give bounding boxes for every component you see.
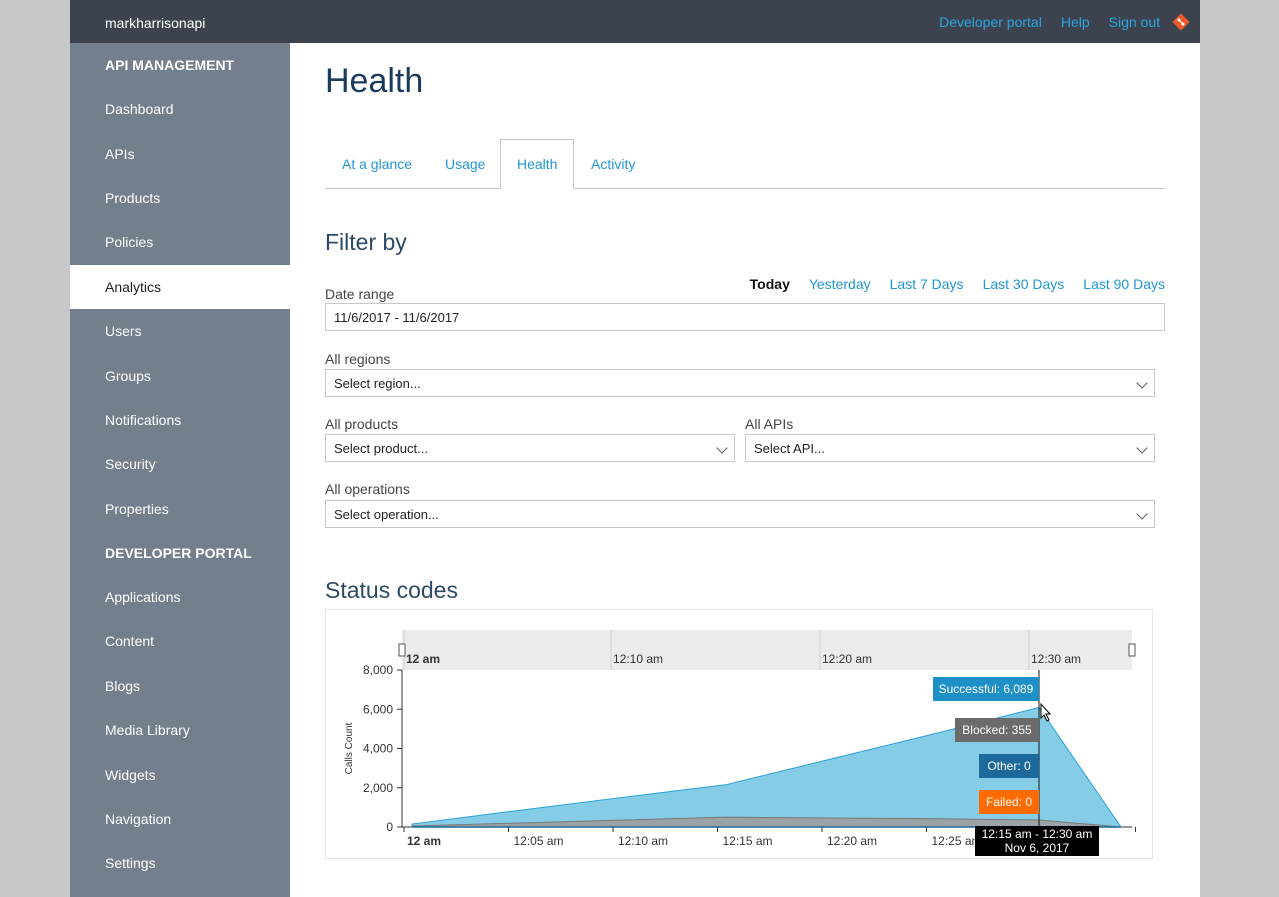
tooltip-label: Failed: 0 xyxy=(986,795,1032,809)
y-tick-label: 2,000 xyxy=(363,781,393,795)
navigator-tick-label: 12 am xyxy=(406,652,440,666)
top-links: Developer portal Help Sign out xyxy=(939,0,1200,43)
top-bar: markharrisonapi Developer portal Help Si… xyxy=(70,0,1200,43)
sidebar-item-dashboard[interactable]: Dashboard xyxy=(70,87,290,131)
sidebar-item-applications[interactable]: Applications xyxy=(70,575,290,619)
range-last-30-days[interactable]: Last 30 Days xyxy=(983,276,1065,292)
x-tick-label: 12:20 am xyxy=(827,834,877,848)
sidebar-section-developer-portal: DEVELOPER PORTAL xyxy=(105,544,252,561)
service-name: markharrisonapi xyxy=(105,15,206,31)
tab-activity[interactable]: Activity xyxy=(591,139,635,189)
range-last-7-days[interactable]: Last 7 Days xyxy=(890,276,964,292)
sidebar-item-settings[interactable]: Settings xyxy=(70,841,290,885)
x-tick-label: 12 am xyxy=(407,834,441,848)
x-tick-label: 12:15 am xyxy=(722,834,772,848)
sidebar-item-products[interactable]: Products xyxy=(70,176,290,220)
navigator-tick-label: 12:30 am xyxy=(1031,652,1081,666)
y-tick-label: 8,000 xyxy=(363,663,393,677)
sidebar-section-api-management: API MANAGEMENT xyxy=(105,57,235,73)
navigator-left-handle xyxy=(398,643,406,657)
navigator-right-handle xyxy=(1128,643,1136,657)
region-select[interactable]: Select region... xyxy=(325,369,1155,397)
chevron-down-icon xyxy=(1136,377,1148,389)
x-tick-label: 12:10 am xyxy=(618,834,668,848)
tab-health[interactable]: Health xyxy=(500,139,575,189)
sidebar-item-analytics[interactable]: Analytics xyxy=(70,264,290,309)
y-tick-label: 4,000 xyxy=(363,742,393,756)
analytics-tabs: At a glance Usage Health Activity xyxy=(325,139,1165,189)
sidebar-item-security[interactable]: Security xyxy=(70,442,290,486)
sidebar-item-widgets[interactable]: Widgets xyxy=(70,752,290,796)
sidebar: API MANAGEMENT Dashboard APIs Products P… xyxy=(70,43,290,897)
page-title: Health xyxy=(325,62,424,100)
tooltip-label: Other: 0 xyxy=(987,759,1031,773)
apis-label: All APIs xyxy=(745,416,794,432)
navigator-tick-label: 12:20 am xyxy=(822,652,872,666)
status-codes-title: Status codes xyxy=(325,577,458,603)
region-select-value: Select region... xyxy=(334,376,421,391)
range-yesterday[interactable]: Yesterday xyxy=(809,276,871,292)
x-tick-label: 12:05 am xyxy=(513,834,563,848)
developer-portal-link[interactable]: Developer portal xyxy=(939,14,1042,30)
status-codes-chart-svg[interactable]: 12 am 12:10 am 12:20 am 12:30 am 0 2,000 4,000… xyxy=(326,610,1154,860)
filter-title: Filter by xyxy=(325,229,407,255)
sidebar-item-notifications[interactable]: Notifications xyxy=(70,398,290,442)
tooltip-label: Blocked: 355 xyxy=(962,723,1032,737)
navigator-tick-label: 12:10 am xyxy=(613,652,663,666)
sign-out-link[interactable]: Sign out xyxy=(1109,14,1160,30)
tooltip-range: 12:15 am - 12:30 am xyxy=(982,827,1093,841)
api-select-value: Select API... xyxy=(754,441,825,456)
api-select[interactable]: Select API... xyxy=(745,434,1155,462)
chevron-down-icon xyxy=(716,442,728,454)
date-range-label: Date range xyxy=(325,286,395,302)
sidebar-item-policies[interactable]: Policies xyxy=(70,220,290,264)
operations-label: All operations xyxy=(325,481,410,497)
sidebar-item-navigation[interactable]: Navigation xyxy=(70,797,290,841)
sidebar-item-content[interactable]: Content xyxy=(70,619,290,663)
x-tick-label: 12:25 am xyxy=(931,834,981,848)
range-today[interactable]: Today xyxy=(750,276,790,292)
quick-date-ranges: Today Yesterday Last 7 Days Last 30 Days… xyxy=(731,276,1165,292)
status-codes-chart[interactable]: 12 am 12:10 am 12:20 am 12:30 am 0 2,000 4,000… xyxy=(325,609,1153,859)
sidebar-item-properties[interactable]: Properties xyxy=(70,487,290,531)
chevron-down-icon xyxy=(1136,442,1148,454)
y-tick-label: 0 xyxy=(386,820,393,834)
help-link[interactable]: Help xyxy=(1061,14,1090,30)
y-axis-label: Calls Count xyxy=(344,722,355,774)
git-logo-icon[interactable] xyxy=(1172,13,1190,31)
y-tick-label: 6,000 xyxy=(363,702,393,716)
tooltip-date: Nov 6, 2017 xyxy=(1005,841,1070,855)
tab-usage[interactable]: Usage xyxy=(445,139,485,189)
app-shell: markharrisonapi Developer portal Help Si… xyxy=(70,0,1200,897)
regions-label: All regions xyxy=(325,351,391,367)
operation-select[interactable]: Select operation... xyxy=(325,500,1155,528)
sidebar-item-groups[interactable]: Groups xyxy=(70,353,290,397)
chevron-down-icon xyxy=(1136,508,1148,520)
range-last-90-days[interactable]: Last 90 Days xyxy=(1083,276,1165,292)
range-navigator xyxy=(402,630,1132,670)
sidebar-item-blogs[interactable]: Blogs xyxy=(70,664,290,708)
products-label: All products xyxy=(325,416,399,432)
date-range-input[interactable]: 11/6/2017 - 11/6/2017 xyxy=(325,303,1165,331)
product-select[interactable]: Select product... xyxy=(325,434,735,462)
product-select-value: Select product... xyxy=(334,441,428,456)
sidebar-item-media-library[interactable]: Media Library xyxy=(70,708,290,752)
tab-at-a-glance[interactable]: At a glance xyxy=(342,139,412,189)
sidebar-item-apis[interactable]: APIs xyxy=(70,131,290,175)
sidebar-item-users[interactable]: Users xyxy=(70,309,290,353)
tooltip-label: Successful: 6,089 xyxy=(939,682,1034,696)
operation-select-value: Select operation... xyxy=(334,507,439,522)
